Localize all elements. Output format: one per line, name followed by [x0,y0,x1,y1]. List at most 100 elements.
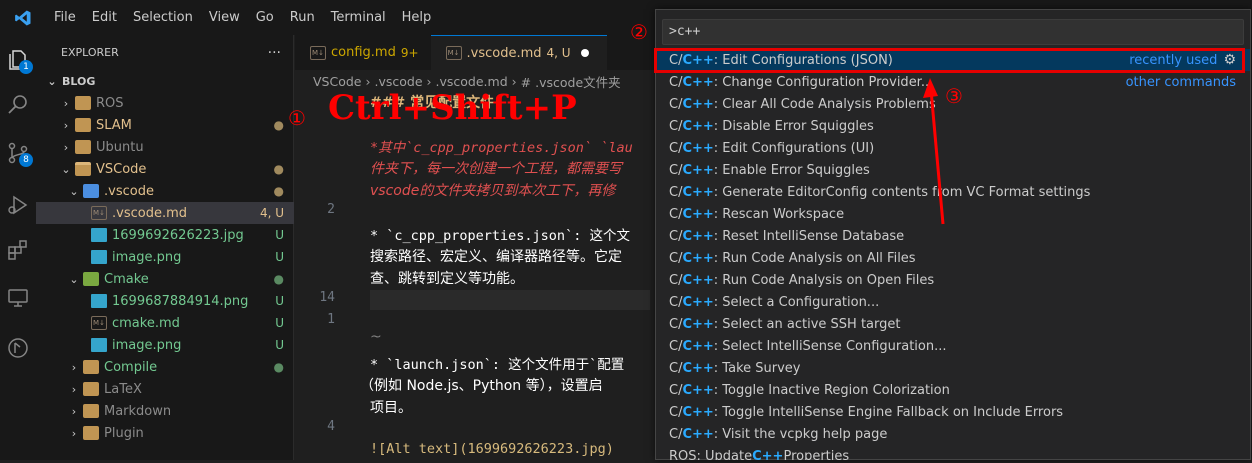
menu-terminal[interactable]: Terminal [323,0,394,35]
command-label: : Take Survey [713,360,801,376]
command-item[interactable]: ROS: Update C++ Properties [656,445,1250,461]
command-label: : Enable Error Squiggles [713,162,870,178]
file-jpg[interactable]: 1699692626223.jpg U [36,224,294,246]
file-vscode-md[interactable]: M↓ .vscode.md 4, U [36,202,294,224]
command-label: : Visit the vcpkg help page [713,426,888,442]
file-png[interactable]: 1699687884914.png U [36,290,294,312]
unsaved-dot-icon[interactable] [580,49,589,57]
command-item[interactable]: C/C++: Visit the vcpkg help page [656,423,1250,445]
folder-latex[interactable]: › LaTeX [36,378,294,400]
command-prefix: C/ [669,294,683,310]
chevron-down-icon: ⌄ [69,184,79,198]
command-prefix: C/ [669,338,683,354]
annotation-arrow [923,78,945,225]
command-input[interactable]: >c++ [662,19,1244,45]
explorer-badge: 1 [19,60,33,74]
command-label: : Toggle IntelliSense Engine Fallback on… [713,404,1064,420]
command-prefix: C/ [669,360,683,376]
breadcrumb-item[interactable]: .vscode [375,74,423,89]
tab-vscode-md[interactable]: M↓ .vscode.md 4, U [430,35,607,70]
image-file-icon [91,250,107,264]
command-prefix: ROS: Update [669,448,753,461]
command-label: : Reset IntelliSense Database [713,228,905,244]
folder-ros[interactable]: › ROS [36,92,294,114]
markdown-file-icon: M↓ [91,316,107,330]
command-item[interactable]: C/C++: Select IntelliSense Configuration… [656,335,1250,357]
command-prefix: C/ [669,382,683,398]
folder-slam[interactable]: › SLAM ● [36,114,294,136]
command-label: : Run Code Analysis on All Files [713,250,916,266]
menu-bar: File Edit Selection View Go Run Terminal… [46,0,439,35]
folder-dot-vscode[interactable]: ⌄ .vscode ● [36,180,294,202]
file-cmake-md[interactable]: M↓ cmake.md U [36,312,294,334]
highlight-box [654,48,1245,73]
chevron-right-icon: › [63,140,69,154]
breadcrumb-item[interactable]: VSCode [313,74,362,89]
command-match-highlight: C++ [682,316,714,332]
source-control-icon[interactable]: 8 [3,138,33,168]
command-match-highlight: C++ [682,96,714,112]
folder-vscode[interactable]: ⌄ VSCode ● [36,158,294,180]
chevron-down-icon: ⌄ [47,74,57,88]
chevron-down-icon: ⌄ [69,272,79,286]
command-match-highlight: C++ [682,140,714,156]
file-cmake-image-png[interactable]: image.png U [36,334,294,356]
explorer-title: EXPLORER [61,46,119,59]
command-item[interactable]: C/C++: Run Code Analysis on All Files [656,247,1250,269]
folder-icon [75,140,91,154]
tab-config-md[interactable]: M↓ config.md 9+ [295,35,431,70]
command-item[interactable]: C/C++: Take Survey [656,357,1250,379]
command-item[interactable]: C/C++: Toggle Inactive Region Colorizati… [656,379,1250,401]
command-prefix: C/ [669,250,683,266]
workspace-section[interactable]: ⌄ BLOG [36,70,294,92]
command-prefix: C/ [669,228,683,244]
image-file-icon [91,338,107,352]
folder-cmake[interactable]: ⌄ Cmake ● [36,268,294,290]
extensions-icon[interactable] [3,235,33,265]
menu-file[interactable]: File [46,0,84,35]
remote-explorer-icon[interactable] [3,283,33,313]
menu-go[interactable]: Go [248,0,282,35]
command-label: Properties [783,448,850,461]
explorer-icon[interactable]: 1 [3,45,33,75]
more-actions-icon[interactable]: ··· [268,45,281,61]
markdown-file-icon: M↓ [445,46,462,60]
breadcrumb-item[interactable]: .vscode.md [436,74,508,89]
command-match-highlight: C++ [682,228,714,244]
command-item[interactable]: C/C++: Select a Configuration... [656,291,1250,313]
folder-markdown[interactable]: › Markdown [36,400,294,422]
command-prefix: C/ [669,426,683,442]
command-item[interactable]: C/C++: Toggle IntelliSense Engine Fallba… [656,401,1250,423]
vscode-folder-icon [83,184,99,198]
folder-compile[interactable]: › Compile ● [36,356,294,378]
folder-plugin[interactable]: › Plugin [36,422,294,444]
menu-help[interactable]: Help [394,0,440,35]
command-prefix: C/ [669,404,683,420]
chevron-down-icon: ⌄ [61,162,71,176]
markdown-file-icon: M↓ [91,206,107,220]
command-group-text: other commands [1125,74,1236,90]
chevron-right-icon: › [71,426,77,440]
explorer-header: EXPLORER ··· [36,35,293,70]
file-image-png[interactable]: image.png U [36,246,294,268]
command-label: : Clear All Code Analysis Problems [713,96,936,112]
command-match-highlight: C++ [682,404,714,420]
command-item[interactable]: C/C++: Run Code Analysis on Open Files [656,269,1250,291]
search-icon[interactable] [3,90,33,120]
menu-edit[interactable]: Edit [84,0,125,35]
command-match-highlight: C++ [682,338,714,354]
folder-icon [83,382,99,396]
folder-ubuntu[interactable]: › Ubuntu [36,136,294,158]
menu-selection[interactable]: Selection [125,0,201,35]
menu-run[interactable]: Run [282,0,323,35]
run-debug-icon[interactable] [3,190,33,220]
github-pull-request-icon[interactable] [3,333,33,363]
command-match-highlight: C++ [682,184,714,200]
command-match-highlight: C++ [682,426,714,442]
command-label: : Rescan Workspace [713,206,845,222]
menu-view[interactable]: View [201,0,248,35]
command-item[interactable]: C/C++: Select an active SSH target [656,313,1250,335]
command-label: : Toggle Inactive Region Colorization [713,382,950,398]
folder-icon [83,404,99,418]
command-item[interactable]: C/C++: Reset IntelliSense Database [656,225,1250,247]
